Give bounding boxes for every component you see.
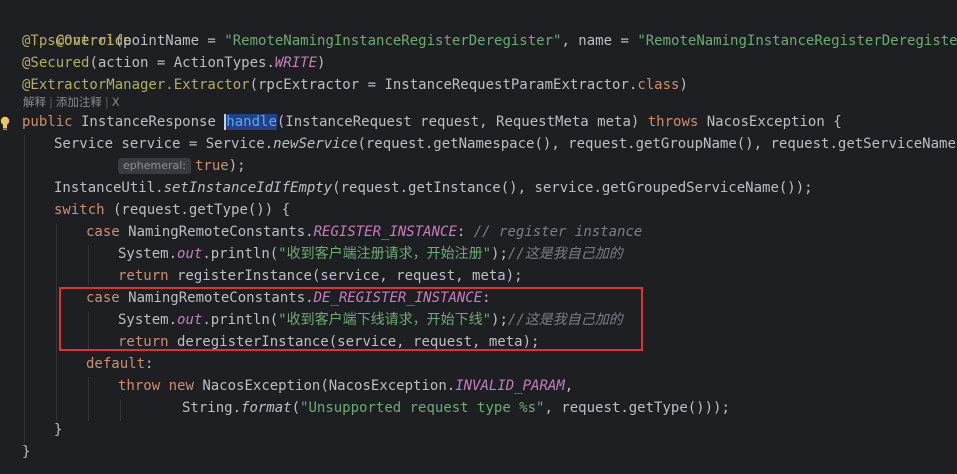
- annotation: @ExtractorManager.Extractor: [22, 77, 250, 93]
- code-text: (rpcExtractor = InstanceRequestParamExtr…: [249, 77, 638, 93]
- indent-guide: [88, 245, 89, 285]
- constant-field: out: [177, 246, 203, 262]
- constant-field: REGISTER_INSTANCE: [313, 224, 457, 240]
- code-line[interactable]: ephemeral: true);: [118, 155, 246, 177]
- code-line[interactable]: }: [54, 419, 62, 441]
- code-text: );: [228, 158, 246, 174]
- code-line[interactable]: }: [22, 441, 30, 463]
- annotation: @Secured: [22, 55, 90, 71]
- code-text: (: [291, 400, 301, 416]
- highlight-box: [59, 287, 643, 351]
- constant-field: WRITE: [274, 55, 318, 71]
- lightbulb-icon[interactable]: [0, 114, 14, 134]
- parameter-hint: ephemeral:: [118, 158, 191, 174]
- static-method: format: [241, 400, 292, 416]
- code-line[interactable]: String.format("Unsupported request type …: [182, 397, 730, 419]
- closing-brace: }: [54, 422, 63, 438]
- code-text: ): [317, 55, 326, 71]
- code-text: (InstanceRequest request, RequestMeta me…: [276, 114, 648, 130]
- keyword: public: [22, 114, 73, 130]
- annotation: @TpsControl: [22, 33, 115, 49]
- comment: // register instance: [473, 224, 643, 240]
- method-name-handle[interactable]: handle: [226, 114, 277, 130]
- string-literal: "收到客户端注册请求，开始注册": [278, 246, 492, 262]
- keyword: return: [118, 268, 169, 284]
- keyword: true: [195, 158, 229, 174]
- explain-link[interactable]: 解释: [22, 95, 47, 109]
- code-text: (pointName =: [114, 33, 225, 49]
- inline-action-hint: 解释 | 添加注释 | X: [22, 95, 121, 109]
- code-text: :: [145, 356, 154, 372]
- comment: //这是我自己加的: [507, 246, 623, 262]
- code-line[interactable]: @Override: [22, 8, 132, 49]
- code-text: NacosException {: [698, 114, 842, 130]
- code-line[interactable]: switch (request.getType()) {: [54, 199, 290, 221]
- static-method: newService: [273, 136, 358, 152]
- code-line[interactable]: @Secured(action = ActionTypes.WRITE): [22, 52, 325, 74]
- code-text: , name =: [561, 33, 638, 49]
- keyword: default: [86, 356, 146, 372]
- code-text: NamingRemoteConstants.: [119, 224, 314, 240]
- keyword: class: [637, 77, 680, 93]
- code-text: System.: [118, 246, 178, 262]
- code-text: :: [456, 224, 474, 240]
- indent-guide: [88, 377, 89, 421]
- string-literal: "RemoteNamingInstanceRegisterDeregister": [637, 33, 957, 49]
- string-literal: "RemoteNamingInstanceRegisterDeregister": [224, 33, 562, 49]
- code-text: Service service = Service.: [54, 136, 274, 152]
- code-text: (action = ActionTypes.: [89, 55, 275, 71]
- code-line[interactable]: @TpsControl(pointName = "RemoteNamingIns…: [22, 30, 957, 52]
- code-editor[interactable]: @Override @TpsControl(pointName = "Remot…: [0, 0, 957, 474]
- code-line[interactable]: InstanceUtil.setInstanceIdIfEmpty(reques…: [54, 177, 813, 199]
- close-hint-button[interactable]: X: [111, 95, 121, 109]
- indent-guide: [24, 135, 25, 443]
- code-text: registerInstance(service, request, meta)…: [168, 268, 523, 284]
- code-line[interactable]: return registerInstance(service, request…: [118, 265, 523, 287]
- code-line[interactable]: Service service = Service.newService(req…: [54, 133, 957, 155]
- code-text: NacosException(NacosException.: [193, 378, 456, 394]
- keyword: new: [168, 378, 194, 394]
- keyword: throws: [647, 114, 699, 130]
- code-text: InstanceResponse: [72, 114, 225, 130]
- code-line[interactable]: case NamingRemoteConstants.REGISTER_INST…: [86, 221, 642, 243]
- code-text: , request.getType()));: [544, 400, 730, 416]
- add-comment-link[interactable]: 添加注释: [55, 95, 103, 109]
- code-text: String.: [182, 400, 242, 416]
- closing-brace: }: [22, 444, 31, 460]
- constant-field: INVALID_PARAM: [455, 378, 565, 394]
- static-method: setInstanceIdIfEmpty: [163, 180, 333, 196]
- keyword: case: [86, 224, 120, 240]
- code-text: .println(: [202, 246, 279, 262]
- code-line[interactable]: default:: [86, 353, 153, 375]
- code-text: (request.getNamespace(), request.getGrou…: [357, 136, 957, 152]
- code-text: ,: [564, 378, 574, 394]
- indent-guide: [120, 399, 121, 421]
- code-text: (request.getInstance(), service.getGroup…: [332, 180, 813, 196]
- code-line[interactable]: throw new NacosException(NacosException.…: [118, 375, 573, 397]
- keyword: throw: [118, 378, 161, 394]
- code-line[interactable]: public InstanceResponse handle(InstanceR…: [22, 111, 842, 133]
- code-line[interactable]: @ExtractorManager.Extractor(rpcExtractor…: [22, 74, 688, 96]
- code-text: );: [491, 246, 508, 262]
- code-line[interactable]: System.out.println("收到客户端注册请求，开始注册");//这…: [118, 243, 623, 265]
- keyword: switch: [54, 202, 105, 218]
- indent-guide: [56, 223, 57, 421]
- code-text: (request.getType()) {: [104, 202, 291, 218]
- code-text: ): [679, 77, 688, 93]
- string-literal: "Unsupported request type %s": [300, 400, 545, 416]
- code-text: InstanceUtil.: [54, 180, 164, 196]
